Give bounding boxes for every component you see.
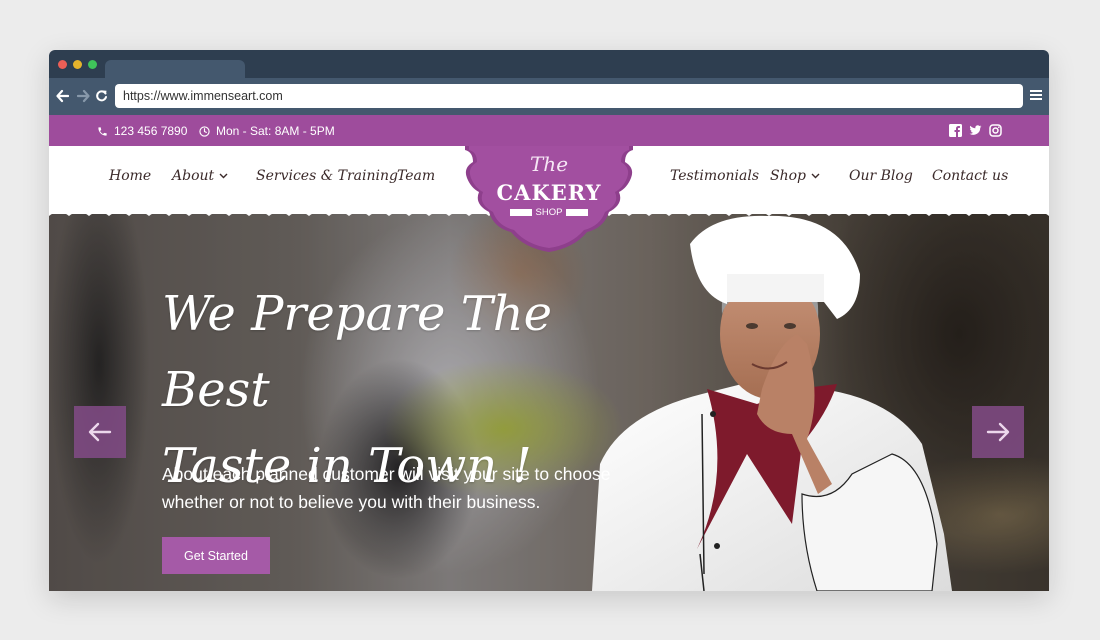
logo-tagline-text: SHOP <box>535 207 563 218</box>
chef-image <box>592 215 952 591</box>
logo-name-text: CAKERY <box>496 180 602 205</box>
nav-our-blog[interactable]: Our Blog <box>849 168 913 184</box>
phone-info[interactable]: 123 456 7890 <box>97 124 187 138</box>
chevron-down-icon <box>811 173 820 179</box>
close-window-button[interactable] <box>58 60 67 69</box>
nav-shop[interactable]: Shop <box>770 168 820 184</box>
arrow-left-icon <box>55 89 69 103</box>
chevron-down-icon <box>219 173 228 179</box>
nav-team[interactable]: Team <box>397 168 435 184</box>
logo-the-text: The <box>529 152 569 176</box>
back-button[interactable] <box>54 87 70 105</box>
browser-toolbar <box>49 78 1049 115</box>
subtext-line-1: About each planned customer will visit y… <box>162 464 611 484</box>
slider-prev-button[interactable] <box>74 406 126 458</box>
reload-button[interactable] <box>93 87 109 105</box>
hamburger-icon <box>1030 90 1042 92</box>
nav-contact-label: Contact us <box>932 168 1009 184</box>
browser-tab[interactable] <box>105 60 245 78</box>
nav-home[interactable]: Home <box>109 168 151 184</box>
nav-services-label: Services & Training <box>256 168 398 184</box>
browser-titlebar <box>49 50 1049 78</box>
address-bar[interactable] <box>115 84 1023 108</box>
phone-number: 123 456 7890 <box>114 124 188 138</box>
nav-home-label: Home <box>109 168 152 184</box>
headline-line-1: We Prepare The Best <box>162 286 553 418</box>
nav-team-label: Team <box>397 168 436 184</box>
nav-contact-us[interactable]: Contact us <box>932 168 1008 184</box>
hours-text: Mon - Sat: 8AM - 5PM <box>216 124 335 138</box>
nav-testimonials[interactable]: Testimonials <box>670 168 759 184</box>
opening-hours: Mon - Sat: 8AM - 5PM <box>199 124 335 138</box>
subtext-line-2: whether or not to believe you with their… <box>162 492 541 512</box>
cakery-logo[interactable]: The CAKERY SHOP <box>459 146 639 258</box>
nav-shop-label: Shop <box>770 168 806 184</box>
phone-icon <box>98 126 107 136</box>
nav-services-training[interactable]: Services & Training <box>256 168 398 184</box>
slider-next-button[interactable] <box>972 406 1024 458</box>
arrow-right-icon <box>986 422 1010 442</box>
maximize-window-button[interactable] <box>88 60 97 69</box>
nav-about[interactable]: About <box>172 168 228 184</box>
nav-about-label: About <box>172 168 215 184</box>
clock-icon <box>199 125 210 137</box>
reload-icon <box>95 90 107 102</box>
social-links <box>949 124 1002 137</box>
nav-blog-label: Our Blog <box>849 168 913 184</box>
contact-topbar: 123 456 7890 Mon - Sat: 8AM - 5PM <box>49 115 1049 146</box>
twitter-icon[interactable] <box>969 124 982 137</box>
arrow-left-icon <box>88 422 112 442</box>
nav-testimonials-label: Testimonials <box>670 168 760 184</box>
logo-tagline: SHOP <box>459 207 639 218</box>
facebook-icon[interactable] <box>949 124 962 137</box>
browser-window: 123 456 7890 Mon - Sat: 8AM - 5PM Home A… <box>49 50 1049 591</box>
get-started-button[interactable]: Get Started <box>162 537 270 574</box>
arrow-right-icon <box>76 89 90 103</box>
browser-menu-button[interactable] <box>1030 90 1042 102</box>
forward-button[interactable] <box>75 87 91 105</box>
minimize-window-button[interactable] <box>73 60 82 69</box>
instagram-icon[interactable] <box>989 124 1002 137</box>
hero-subtext: About each planned customer will visit y… <box>162 460 632 516</box>
